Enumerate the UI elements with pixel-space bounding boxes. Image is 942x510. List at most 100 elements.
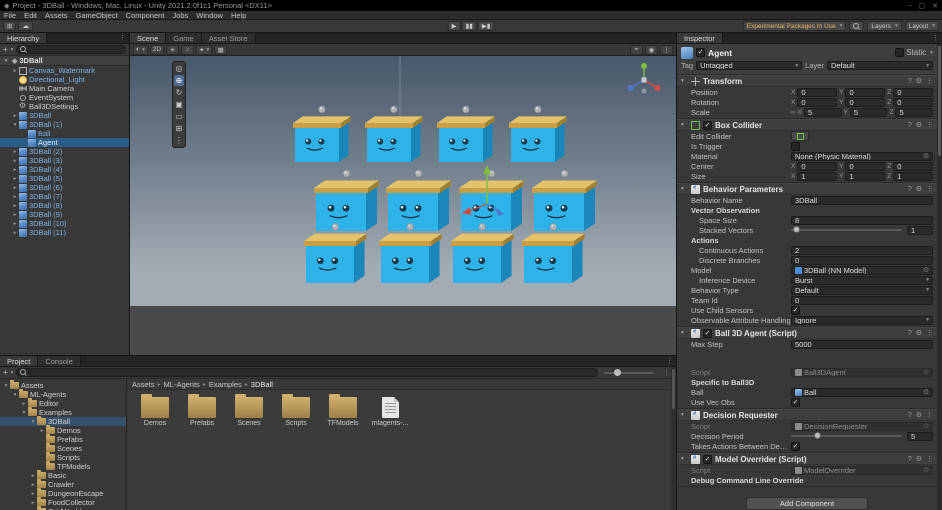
component-header[interactable]: ▾ Behavior Parameters? ⚙ ⋮ (677, 183, 937, 195)
x-number-field[interactable]: 5 (803, 107, 842, 117)
presets-icon[interactable]: ⚙ (916, 121, 922, 129)
project-tree-item[interactable]: ▾ Examples (0, 407, 126, 417)
breadcrumb-item[interactable]: 3DBall (251, 380, 273, 389)
component-header[interactable]: ▾ ✓ Box Collider? ⚙ ⋮ (677, 119, 937, 131)
breadcrumb-item[interactable]: ML-Agents (164, 380, 200, 389)
hierarchy-item[interactable]: ▸ 3DBall (8) (0, 201, 129, 210)
component-menu-icon[interactable]: ⋮ (926, 121, 933, 129)
agent-cube[interactable] (451, 233, 514, 283)
layer-dropdown[interactable]: Default ▾ (826, 61, 934, 70)
x-number-field[interactable]: 0 (797, 161, 838, 171)
text-field[interactable]: 8 (791, 215, 933, 225)
hierarchy-item[interactable]: ▸ Canvas_Watermark (0, 66, 129, 75)
foldout-arrow-icon[interactable]: ▾ (681, 186, 688, 192)
slider-thumb[interactable] (793, 226, 801, 233)
project-tree-item[interactable]: ▾ ML-Agents (0, 389, 126, 399)
scene-header-row[interactable]: ▾ ◆ 3DBall (0, 56, 129, 66)
script-object-field[interactable]: Ball3DAgent ⊙ (791, 367, 933, 377)
foldout-arrow-icon[interactable]: ▾ (681, 122, 688, 128)
component-menu-icon[interactable]: ⋮ (926, 455, 933, 463)
menu-jobs[interactable]: Jobs (168, 11, 192, 20)
pause-button[interactable]: ▮▮ (461, 21, 477, 31)
expand-arrow-icon[interactable]: ▸ (11, 149, 19, 155)
dropdown[interactable]: Burst ▾ (791, 275, 933, 285)
expand-arrow-icon[interactable]: ▸ (11, 176, 19, 182)
menu-gameobject[interactable]: GameObject (72, 11, 122, 20)
tab-scene[interactable]: Scene (130, 33, 167, 43)
foldout-arrow-icon[interactable]: ▾ (681, 330, 688, 336)
rotate-tool[interactable]: ↻ (174, 87, 184, 98)
object-picker-icon[interactable]: ⊙ (923, 153, 929, 160)
expand-arrow-icon[interactable]: ▸ (38, 428, 46, 434)
component-header[interactable]: ▾ Transform? ⚙ ⋮ (677, 75, 937, 87)
project-file[interactable]: Scenes (227, 394, 271, 427)
foldout-arrow-icon[interactable]: ▾ (681, 78, 688, 84)
layout-dropdown[interactable]: Layout ▾ (904, 21, 939, 31)
expand-arrow-icon[interactable]: ▸ (11, 185, 19, 191)
object-field[interactable]: Ball ⊙ (791, 387, 933, 397)
project-tree-item[interactable]: Prefabs (0, 434, 126, 444)
hierarchy-item[interactable]: ▸ 3DBall (3) (0, 156, 129, 165)
static-dropdown-icon[interactable]: ▾ (930, 50, 933, 56)
agent-cube[interactable] (459, 180, 524, 232)
hierarchy-item[interactable]: ▸ 3DBall (6) (0, 183, 129, 192)
expand-arrow-icon[interactable]: ▸ (29, 500, 37, 506)
checkbox[interactable] (791, 141, 800, 151)
object-picker-icon[interactable]: ⊙ (923, 389, 929, 396)
agent-cube[interactable] (522, 233, 585, 283)
presets-icon[interactable]: ⚙ (916, 329, 922, 337)
component-menu-icon[interactable]: ⋮ (926, 185, 933, 193)
view-tool[interactable]: ◎ (174, 63, 184, 74)
balance-ball[interactable] (318, 105, 326, 114)
hierarchy-item[interactable]: ▸ 3DBall (2) (0, 147, 129, 156)
agent-cube[interactable] (437, 116, 495, 162)
object-picker-icon[interactable]: ⊙ (923, 423, 929, 430)
scale-tool[interactable]: ▣ (174, 99, 184, 110)
hierarchy-item[interactable]: ▸ 3DBall (7) (0, 192, 129, 201)
project-tree-item[interactable]: ▸ DungeonEscape (0, 488, 126, 498)
search-button[interactable] (849, 21, 865, 31)
expand-arrow-icon[interactable]: ▾ (29, 419, 37, 425)
help-icon[interactable]: ? (908, 122, 912, 129)
scene-viewport[interactable]: ◎ ⊕ ↻ ▣ ▭ ⊞ ⋮ (130, 56, 676, 355)
transform-tool[interactable]: ⊞ (174, 123, 184, 134)
text-field[interactable]: 3DBall (791, 195, 933, 205)
project-tree-item[interactable]: TFModels (0, 461, 126, 471)
expand-arrow-icon[interactable]: ▾ (2, 58, 10, 64)
hierarchy-item[interactable]: ▸ 3DBall (9) (0, 210, 129, 219)
hierarchy-item[interactable]: ▾ 3DBall (1) (0, 120, 129, 129)
help-icon[interactable]: ? (908, 412, 912, 419)
menu-edit[interactable]: Edit (20, 11, 41, 20)
layers-dropdown[interactable]: Layers ▾ (867, 21, 902, 31)
expand-arrow-icon[interactable]: ▸ (11, 221, 19, 227)
static-checkbox[interactable] (895, 48, 905, 57)
project-search[interactable] (16, 368, 598, 377)
scrollbar-thumb[interactable] (672, 369, 675, 409)
edit-collider-button[interactable] (791, 131, 809, 141)
project-tree-item[interactable]: Scripts (0, 452, 126, 462)
tab-console[interactable]: Console (38, 356, 81, 366)
component-header[interactable]: ▾ Decision Requester? ⚙ ⋮ (677, 409, 937, 421)
text-field[interactable]: 0 (791, 255, 933, 265)
tab-asset-store[interactable]: Asset Store (201, 33, 256, 43)
menu-help[interactable]: Help (227, 11, 250, 20)
y-number-field[interactable]: 0 (845, 87, 886, 97)
breadcrumb-item[interactable]: Assets (132, 380, 155, 389)
slider[interactable] (791, 226, 902, 233)
script-object-field[interactable]: ModelOverrider ⊙ (791, 465, 933, 475)
component-enabled-checkbox[interactable]: ✓ (703, 328, 712, 338)
expand-arrow-icon[interactable]: ▸ (11, 203, 19, 209)
scrollbar-thumb[interactable] (938, 46, 941, 156)
checkbox[interactable]: ✓ (791, 305, 800, 315)
project-file[interactable]: mlagents-... (368, 397, 412, 427)
menu-file[interactable]: File (0, 11, 20, 20)
constrain-proportions-icon[interactable]: ∞ (791, 109, 796, 116)
expand-arrow-icon[interactable]: ▾ (2, 383, 10, 389)
component-menu-icon[interactable]: ⋮ (926, 411, 933, 419)
expand-arrow-icon[interactable]: ▾ (11, 392, 19, 398)
slider-thumb[interactable] (814, 432, 822, 439)
balance-ball[interactable] (342, 169, 351, 178)
menu-component[interactable]: Component (122, 11, 169, 20)
hierarchy-item[interactable]: ▸ 3DBall (5) (0, 174, 129, 183)
tab-inspector[interactable]: Inspector (677, 33, 723, 43)
